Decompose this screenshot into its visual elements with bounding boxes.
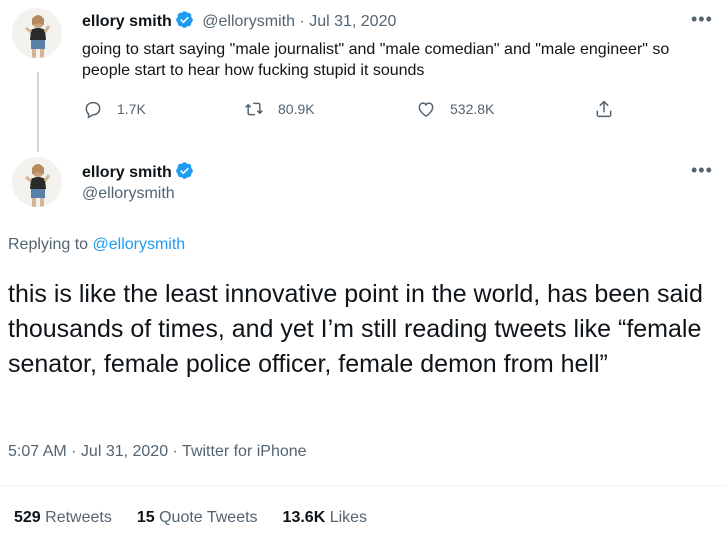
likes-count: 13.6K bbox=[282, 509, 326, 526]
retweets-count: 529 bbox=[14, 509, 41, 526]
reply-icon bbox=[85, 101, 101, 119]
more-icon[interactable]: ••• bbox=[691, 161, 713, 179]
replying-to: Replying to @ellorysmith bbox=[8, 236, 185, 254]
avatar-image bbox=[12, 157, 62, 207]
like-button[interactable]: 532.8K bbox=[416, 99, 494, 119]
handle[interactable]: @ellorysmith bbox=[202, 13, 295, 30]
avatar[interactable] bbox=[12, 8, 62, 58]
display-name[interactable]: ellory smith bbox=[82, 13, 172, 30]
like-icon bbox=[418, 102, 434, 117]
separator-dot: · bbox=[66, 443, 81, 460]
retweets-label: Retweets bbox=[45, 509, 112, 526]
tweet2-text: this is like the least innovative point … bbox=[8, 280, 703, 378]
likes-stat[interactable]: 13.6K Likes bbox=[283, 509, 368, 527]
tweet1-header: ellory smith @ellorysmith · Jul 31, 2020 bbox=[82, 10, 396, 31]
like-count: 532.8K bbox=[450, 101, 495, 117]
tweet-meta: 5:07 AM · Jul 31, 2020 · Twitter for iPh… bbox=[8, 443, 307, 461]
verified-badge-icon bbox=[175, 161, 194, 180]
quote-tweets-count: 15 bbox=[136, 509, 155, 526]
tweet-source[interactable]: Twitter for iPhone bbox=[182, 443, 307, 460]
tweet2-name-row: ellory smith bbox=[82, 161, 194, 182]
engagement-stats: 529 Retweets 15 Quote Tweets 13.6K Likes bbox=[14, 509, 367, 527]
reply-count: 1.7K bbox=[117, 101, 146, 117]
avatar[interactable] bbox=[12, 157, 62, 207]
verified-badge-icon bbox=[175, 10, 194, 29]
likes-label: Likes bbox=[329, 509, 368, 526]
display-name[interactable]: ellory smith bbox=[82, 164, 172, 181]
thread-connector-line bbox=[37, 72, 39, 152]
tweet-date[interactable]: Jul 31, 2020 bbox=[81, 443, 168, 460]
reply-button[interactable]: 1.7K bbox=[83, 99, 146, 119]
retweet-button[interactable]: 80.9K bbox=[244, 99, 315, 119]
tweet-time[interactable]: 5:07 AM bbox=[8, 443, 67, 460]
tweet1-text: going to start saying "male journalist" … bbox=[82, 41, 670, 79]
retweets-stat[interactable]: 529 Retweets bbox=[14, 509, 112, 527]
avatar-image bbox=[12, 8, 62, 58]
tweet-date[interactable]: Jul 31, 2020 bbox=[309, 13, 396, 30]
share-icon bbox=[596, 100, 612, 118]
retweet-icon bbox=[245, 102, 263, 116]
quote-tweets-label: Quote Tweets bbox=[159, 509, 258, 526]
separator-dot: · bbox=[294, 13, 310, 30]
divider bbox=[0, 485, 726, 486]
share-button[interactable] bbox=[594, 99, 614, 119]
replying-to-link[interactable]: @ellorysmith bbox=[93, 236, 186, 253]
replying-prefix: Replying to bbox=[8, 236, 89, 253]
quote-tweets-stat[interactable]: 15 Quote Tweets bbox=[137, 509, 258, 527]
handle[interactable]: @ellorysmith bbox=[82, 185, 175, 203]
separator-dot: · bbox=[168, 443, 183, 460]
retweet-count: 80.9K bbox=[278, 101, 315, 117]
more-icon[interactable]: ••• bbox=[691, 10, 713, 28]
